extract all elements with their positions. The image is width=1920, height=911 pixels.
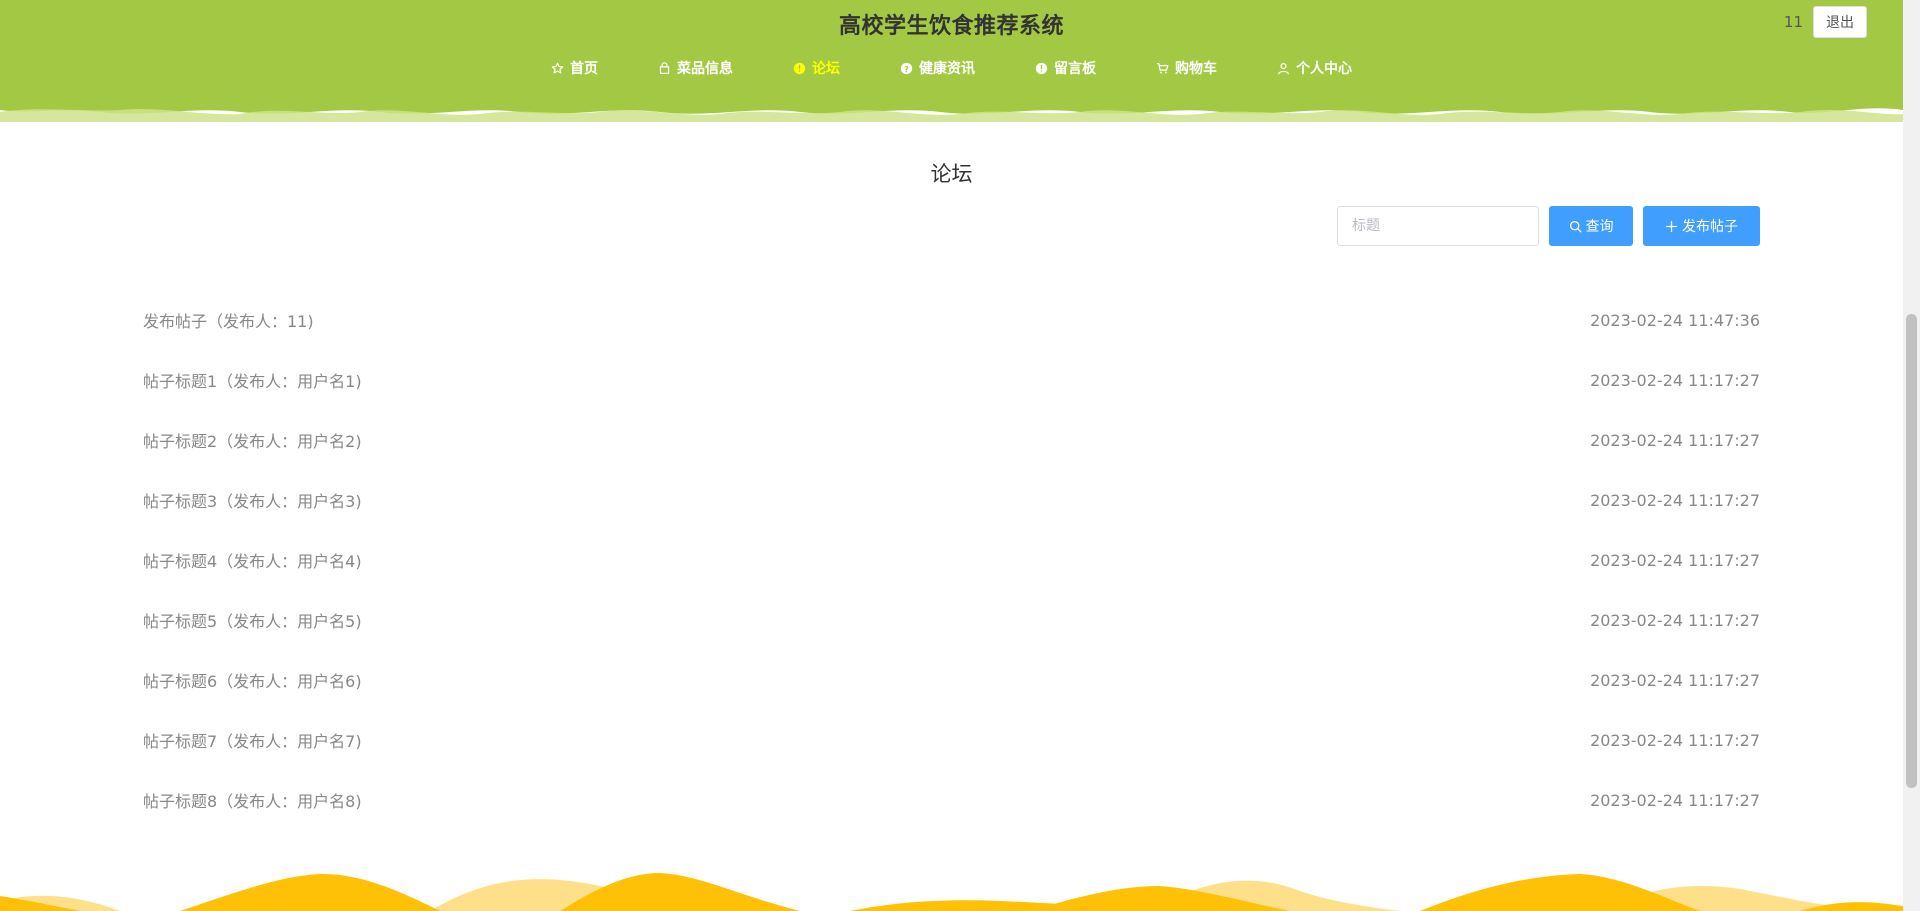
post-list: 发布帖子（发布人：11) 2023-02-24 11:47:36 帖子标题1（发… [143, 290, 1760, 830]
list-item[interactable]: 帖子标题2（发布人：用户名2) 2023-02-24 11:17:27 [143, 410, 1760, 470]
post-title: 帖子标题1（发布人：用户名1) [143, 372, 362, 391]
username: 11 [1783, 13, 1803, 31]
scrollbar-thumb[interactable] [1906, 314, 1917, 788]
nav-item-dishes[interactable]: 菜品信息 [658, 58, 733, 78]
nav-label: 健康资讯 [919, 61, 975, 77]
user-icon [1278, 62, 1289, 74]
post-title: 帖子标题6（发布人：用户名6) [143, 672, 362, 691]
cart-icon [1156, 62, 1169, 74]
footer-wave-decoration [0, 873, 1903, 911]
post-title: 帖子标题7（发布人：用户名7) [143, 732, 362, 751]
nav-label: 菜品信息 [677, 61, 733, 77]
header: 高校学生饮食推荐系统 11 退出 首页 菜品信息 论坛 ? 健康资讯 留言板 购… [0, 0, 1903, 122]
question-circle-icon: ? [900, 62, 913, 74]
info-circle-icon [793, 62, 806, 74]
post-title: 帖子标题4（发布人：用户名4) [143, 552, 362, 571]
post-time: 2023-02-24 11:17:27 [1590, 370, 1760, 390]
list-item[interactable]: 帖子标题3（发布人：用户名3) 2023-02-24 11:17:27 [143, 470, 1760, 530]
page-title: 论坛 [930, 162, 973, 186]
list-item[interactable]: 帖子标题6（发布人：用户名6) 2023-02-24 11:17:27 [143, 650, 1760, 710]
nav-label: 留言板 [1054, 61, 1096, 77]
list-item[interactable]: 发布帖子（发布人：11) 2023-02-24 11:47:36 [143, 290, 1760, 350]
info-circle-icon [1035, 62, 1048, 74]
nav-item-home[interactable]: 首页 [551, 58, 598, 78]
search-button-label: 查询 [1585, 219, 1614, 235]
nav-item-profile[interactable]: 个人中心 [1277, 58, 1352, 78]
post-time: 2023-02-24 11:17:27 [1590, 730, 1760, 750]
new-post-button[interactable]: 发布帖子 [1643, 206, 1760, 246]
nav-label: 个人中心 [1296, 61, 1352, 77]
list-item[interactable]: 帖子标题8（发布人：用户名8) 2023-02-24 11:17:27 [143, 770, 1760, 830]
nav-item-message-board[interactable]: 留言板 [1035, 58, 1096, 78]
nav-label: 首页 [570, 61, 598, 77]
nav-item-health-news[interactable]: ? 健康资讯 [900, 58, 975, 78]
post-time: 2023-02-24 11:17:27 [1590, 430, 1760, 450]
list-item[interactable]: 帖子标题4（发布人：用户名4) 2023-02-24 11:17:27 [143, 530, 1760, 590]
search-toolbar: 查询 发布帖子 [1337, 206, 1760, 246]
post-time: 2023-02-24 11:17:27 [1590, 670, 1760, 690]
site-title: 高校学生饮食推荐系统 [838, 14, 1064, 39]
svg-text:?: ? [904, 63, 909, 73]
post-title: 帖子标题5（发布人：用户名5) [143, 612, 362, 631]
main-nav: 首页 菜品信息 论坛 ? 健康资讯 留言板 购物车 个人中心 [0, 58, 1903, 78]
list-item[interactable]: 帖子标题5（发布人：用户名5) 2023-02-24 11:17:27 [143, 590, 1760, 650]
logout-button[interactable]: 退出 [1813, 6, 1867, 38]
user-box: 11 退出 [1784, 6, 1867, 38]
post-time: 2023-02-24 11:17:27 [1590, 490, 1760, 510]
plus-icon [1665, 220, 1678, 232]
vertical-scrollbar[interactable] [1903, 0, 1920, 911]
nav-item-forum[interactable]: 论坛 [793, 58, 840, 78]
search-input[interactable] [1337, 206, 1539, 246]
post-time: 2023-02-24 11:17:27 [1590, 610, 1760, 630]
post-title: 发布帖子（发布人：11) [143, 312, 314, 331]
page: 高校学生饮食推荐系统 11 退出 首页 菜品信息 论坛 ? 健康资讯 留言板 购… [0, 0, 1920, 911]
post-title: 帖子标题3（发布人：用户名3) [143, 492, 362, 511]
post-title: 帖子标题8（发布人：用户名8) [143, 792, 362, 811]
nav-label: 购物车 [1175, 61, 1217, 77]
post-time: 2023-02-24 11:17:27 [1590, 790, 1760, 810]
shop-icon [659, 61, 670, 74]
new-post-button-label: 发布帖子 [1682, 219, 1738, 235]
main-content: 论坛 查询 发布帖子 发布帖子（发布人：11) 2023-02-24 11:47… [143, 150, 1760, 811]
nav-item-cart[interactable]: 购物车 [1156, 58, 1217, 78]
search-icon [1569, 220, 1581, 232]
nav-label: 论坛 [812, 61, 840, 77]
star-icon [551, 62, 564, 73]
post-time: 2023-02-24 11:47:36 [1590, 310, 1760, 330]
search-button[interactable]: 查询 [1549, 206, 1633, 246]
list-item[interactable]: 帖子标题7（发布人：用户名7) 2023-02-24 11:17:27 [143, 710, 1760, 770]
post-title: 帖子标题2（发布人：用户名2) [143, 432, 362, 451]
post-time: 2023-02-24 11:17:27 [1590, 550, 1760, 570]
list-item[interactable]: 帖子标题1（发布人：用户名1) 2023-02-24 11:17:27 [143, 350, 1760, 410]
